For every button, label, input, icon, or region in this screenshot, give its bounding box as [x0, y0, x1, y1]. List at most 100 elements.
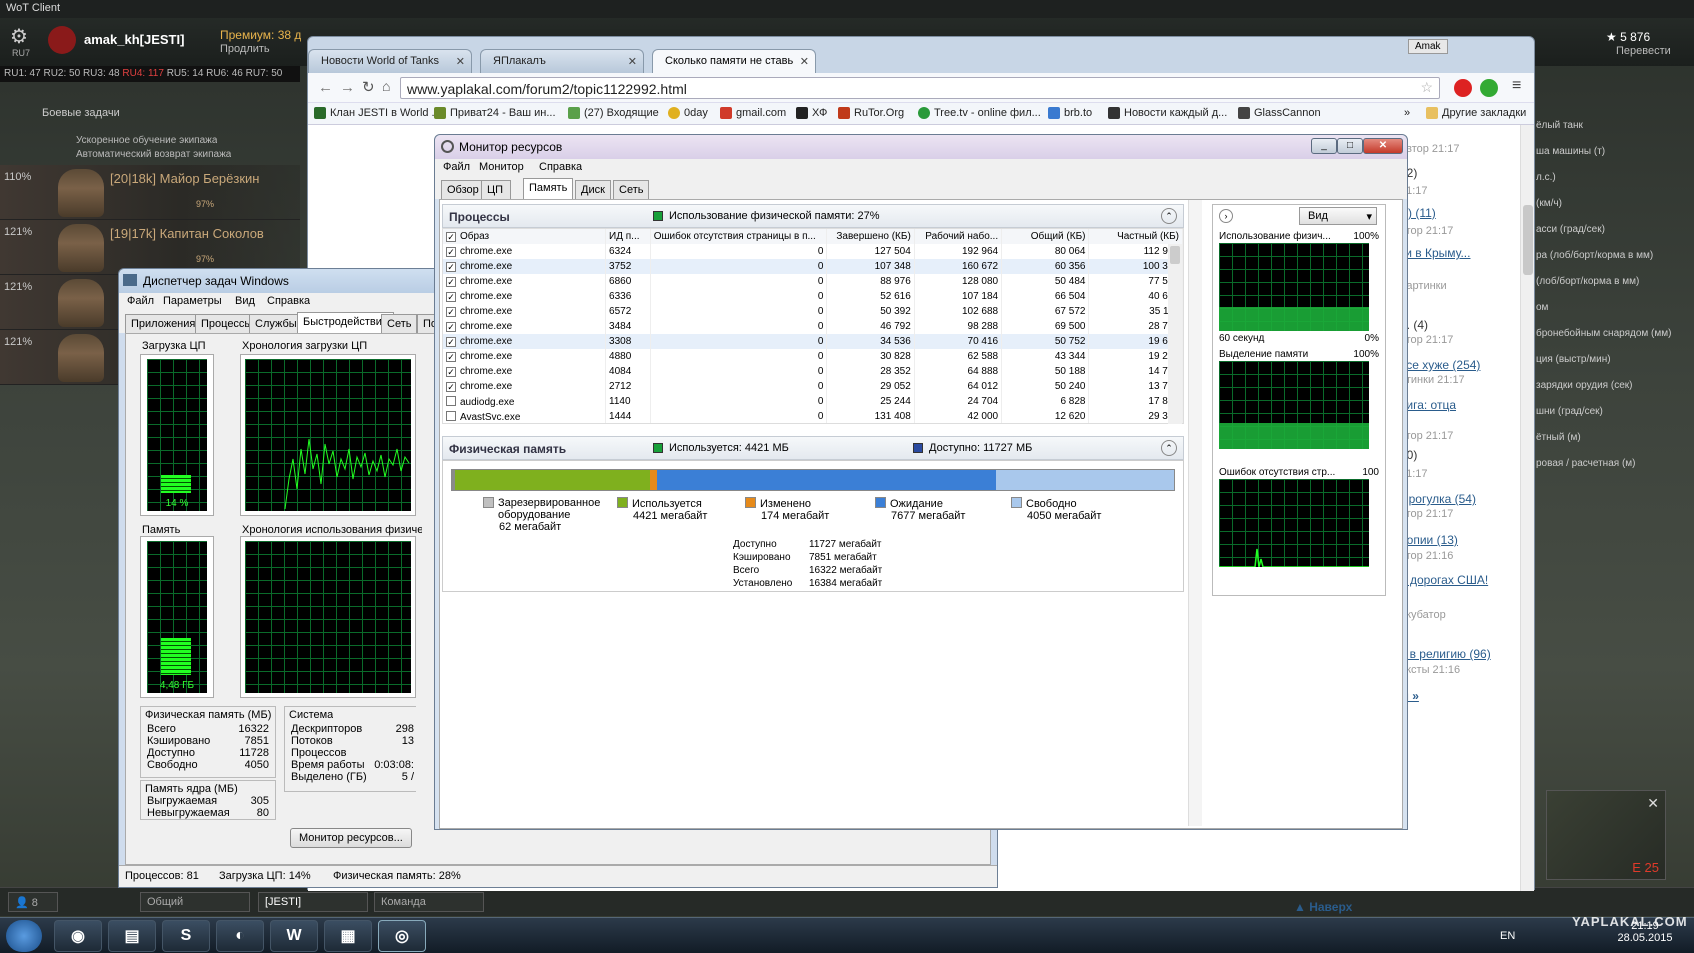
table-row[interactable]: ✓ chrome.exe 3484 0 46 792 98 288 69 500 28 788 [443, 319, 1183, 334]
tab-performance[interactable]: Быстродействие [297, 312, 394, 333]
chevron-right-icon[interactable]: » [1404, 107, 1410, 119]
profile-badge[interactable]: Amak [1408, 39, 1448, 54]
menu-view[interactable]: Вид [235, 295, 255, 307]
maximize-button[interactable]: □ [1337, 138, 1363, 154]
tab-disk[interactable]: Диск [575, 180, 611, 199]
convert-link[interactable]: Перевести [1616, 45, 1671, 57]
bookmark-item[interactable]: gmail.com [720, 107, 786, 119]
processes-header[interactable]: Процессы Использование физической памяти… [442, 204, 1184, 228]
column-commit[interactable]: Завершено (КБ) [826, 229, 915, 244]
table-row[interactable]: ✓ chrome.exe 6860 0 88 976 128 080 50 484 77 59… [443, 274, 1183, 289]
table-row[interactable]: ✓ chrome.exe 2712 0 29 052 64 012 50 240 13 772 [443, 379, 1183, 394]
close-icon[interactable]: ✕ [456, 55, 465, 68]
menu-file[interactable]: Файл [127, 295, 154, 307]
checkbox[interactable] [446, 395, 456, 406]
table-row[interactable]: ✓ chrome.exe 6324 0 127 504 192 964 80 064 112 … [443, 244, 1183, 259]
back-icon[interactable]: ← [318, 79, 333, 96]
topic-link[interactable]: ки в Крыму... [1400, 246, 1520, 280]
table-row[interactable]: ✓ chrome.exe 4880 0 30 828 62 588 43 344 19 244 [443, 349, 1183, 364]
column-shareable[interactable]: Общий (КБ) [1001, 229, 1090, 244]
minimize-button[interactable]: _ [1311, 138, 1337, 154]
language-indicator[interactable]: EN [1500, 930, 1515, 942]
column-pid[interactable]: ИД п... [605, 229, 651, 244]
training-option-1[interactable]: Ускоренное обучение экипажа [76, 135, 217, 146]
bookmark-item[interactable]: Клан JESTI в World ... [314, 107, 441, 119]
scroll-top-link[interactable]: ▲ Наверх [1294, 900, 1352, 914]
chrome-taskbar-icon[interactable]: ◉ [54, 920, 102, 952]
view-dropdown[interactable]: Вид ▾ [1299, 207, 1377, 225]
tab-cpu[interactable]: ЦП [481, 180, 511, 199]
checkbox[interactable]: ✓ [446, 382, 456, 392]
teamspeak-taskbar-icon[interactable]: ◐ [216, 920, 264, 952]
bookmark-item[interactable]: Tree.tv - online фил... [918, 107, 1041, 119]
scrollbar-thumb[interactable] [1523, 205, 1533, 275]
bookmark-item[interactable]: Новости каждый д... [1108, 107, 1227, 119]
scrollbar[interactable] [1168, 244, 1182, 424]
tab-services[interactable]: Службы [249, 314, 303, 333]
star-icon[interactable]: ☆ [1420, 79, 1433, 96]
address-bar[interactable]: www.yaplakal.com/forum2/topic1122992.htm… [400, 77, 1440, 99]
checkbox[interactable]: ✓ [446, 367, 456, 377]
tab-memory[interactable]: Память [523, 178, 574, 199]
more-link[interactable]: м » [1400, 689, 1520, 705]
menu-help[interactable]: Справка [267, 295, 310, 307]
taskmgr-taskbar-icon[interactable]: ▦ [324, 920, 372, 952]
training-option-2[interactable]: Автоматический возврат экипажа [76, 149, 231, 160]
table-row[interactable]: ✓ chrome.exe 6336 0 52 616 107 184 66 504 40 68… [443, 289, 1183, 304]
checkbox[interactable]: ✓ [446, 322, 456, 332]
checkbox[interactable]: ✓ [446, 352, 456, 362]
tab-yaplakal[interactable]: ЯПлакалъ ✕ [480, 49, 644, 73]
topic-link[interactable]: ))) (11) [1400, 206, 1520, 225]
forward-icon[interactable]: → [340, 79, 355, 96]
checkbox[interactable]: ✓ [446, 292, 456, 302]
chat-tab-clan[interactable]: [JESTI] [258, 892, 368, 912]
checkbox[interactable] [446, 410, 456, 421]
bookmark-item[interactable]: ХФ [796, 107, 827, 119]
bookmark-item[interactable]: (27) Входящие [568, 107, 659, 119]
resmon-taskbar-icon[interactable]: ◎ [378, 920, 426, 952]
gear-icon[interactable]: ⚙ [10, 24, 28, 49]
collapse-icon[interactable]: ⌃ [1161, 208, 1177, 224]
tank-carousel-item[interactable]: E 25 ✕ [1546, 790, 1666, 880]
scrollbar[interactable] [1520, 125, 1534, 891]
checkbox[interactable]: ✓ [446, 232, 456, 242]
resource-monitor-button[interactable]: Монитор ресурсов... [290, 828, 412, 848]
resource-monitor-titlebar[interactable]: Монитор ресурсов [435, 135, 1407, 159]
table-row[interactable]: audiodg.exe 1140 0 25 244 24 704 6 828 17 876 [443, 394, 1183, 409]
home-icon[interactable]: ⌂ [382, 78, 390, 94]
topic-link[interactable]: Прогулка (54) [1400, 492, 1520, 508]
expand-icon[interactable]: › [1219, 209, 1233, 223]
checkbox[interactable]: ✓ [446, 262, 456, 272]
player-name[interactable]: amak_kh[JESTI] [84, 32, 184, 47]
menu-monitor[interactable]: Монитор [479, 161, 524, 173]
bookmark-item[interactable]: GlassCannon [1238, 107, 1321, 119]
bookmark-item[interactable]: Приват24 - Ваш ин... [434, 107, 556, 119]
premium-extend-link[interactable]: Продлить [220, 43, 270, 55]
topic-link[interactable]: а дорогах США! [1400, 573, 1520, 609]
table-row[interactable]: ✓ chrome.exe 4084 0 28 352 64 888 50 188 14 700 [443, 364, 1183, 379]
players-count[interactable]: 👤 8 [8, 892, 58, 912]
tab-applications[interactable]: Приложения [125, 314, 202, 333]
table-row[interactable]: ✓ chrome.exe 3308 0 34 536 70 416 50 752 19 664 [443, 334, 1183, 349]
extension-icon[interactable] [1454, 79, 1472, 97]
topic-link[interactable]: вига: отца [1400, 398, 1520, 430]
checkbox[interactable]: ✓ [446, 247, 456, 257]
explorer-taskbar-icon[interactable]: ▤ [108, 920, 156, 952]
close-icon[interactable]: ✕ [628, 55, 637, 68]
extension-icon[interactable] [1480, 79, 1498, 97]
table-row[interactable]: AvastSvc.exe 1444 0 131 408 42 000 12 620 29 3… [443, 409, 1183, 423]
physical-memory-header[interactable]: Физическая память Используется: 4421 МБ … [442, 436, 1184, 460]
checkbox[interactable]: ✓ [446, 337, 456, 347]
scrollbar[interactable] [1188, 200, 1202, 826]
scrollbar-thumb[interactable] [1170, 246, 1180, 264]
crew-member[interactable]: 121% [19|17k] Капитан Соколов 97% [0, 220, 300, 275]
table-row[interactable]: ✓ chrome.exe 6572 0 50 392 102 688 67 572 35 11… [443, 304, 1183, 319]
topic-link[interactable]: ь в религию (96) [1400, 647, 1520, 664]
tab-current[interactable]: Сколько памяти не ставь ✕ [652, 49, 816, 73]
chat-tab-general[interactable]: Общий [140, 892, 250, 912]
crew-member[interactable]: 110% [20|18k] Майор Берёзкин 97% [0, 165, 300, 220]
bookmark-item[interactable]: brb.to [1048, 107, 1092, 119]
start-button[interactable] [6, 920, 42, 952]
menu-help[interactable]: Справка [539, 161, 582, 173]
reload-icon[interactable]: ↻ [362, 78, 375, 96]
